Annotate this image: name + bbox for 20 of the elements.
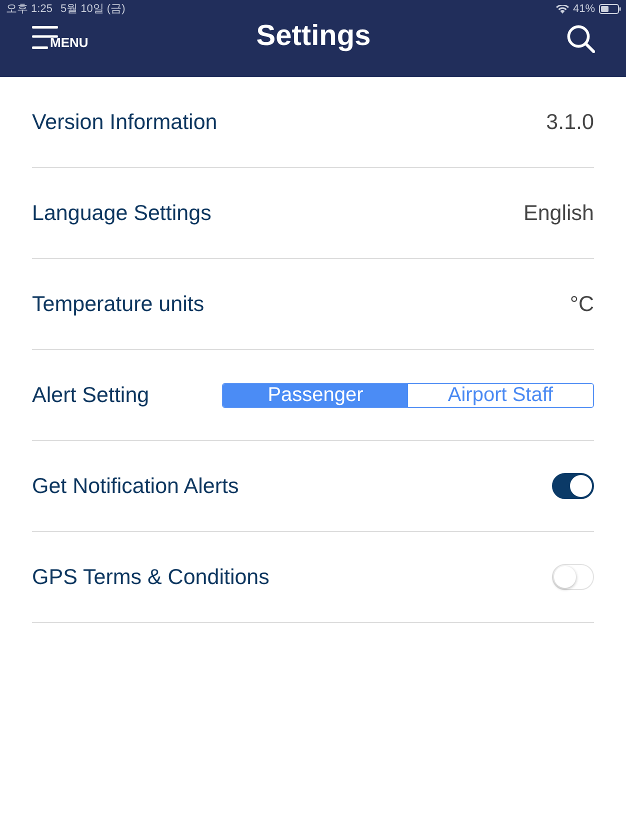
search-icon xyxy=(567,25,595,53)
battery-icon xyxy=(599,4,621,14)
status-time: 오후 1:25 xyxy=(6,2,52,16)
segment-tab[interactable]: Passenger xyxy=(223,384,408,406)
setting-label: Version Information xyxy=(32,110,218,134)
setting-value: °C xyxy=(570,292,594,316)
setting-label: Get Notification Alerts xyxy=(32,474,239,498)
search-button[interactable] xyxy=(567,25,595,53)
status-date: 5월 10일 (금) xyxy=(60,2,126,16)
setting-value: 3.1.0 xyxy=(546,110,594,134)
setting-value: English xyxy=(523,200,594,226)
setting-label: Alert Setting xyxy=(32,382,150,408)
wifi-icon xyxy=(556,4,569,14)
setting-label: Language Settings xyxy=(32,200,212,226)
setting-label: Temperature units xyxy=(32,292,204,316)
setting-label: GPS Terms & Conditions xyxy=(32,564,270,590)
toggle-switch[interactable] xyxy=(552,473,594,499)
battery-percent: 41% xyxy=(572,2,595,16)
menu-button[interactable]: MENU xyxy=(32,26,88,48)
page-title: Settings xyxy=(256,20,371,52)
